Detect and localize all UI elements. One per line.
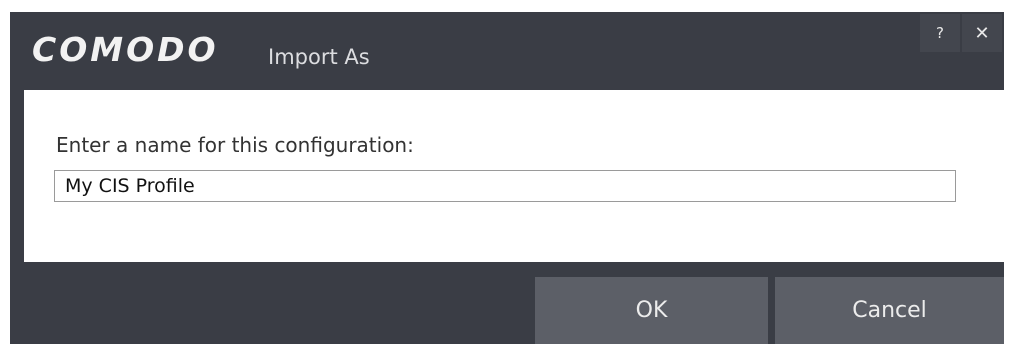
config-name-label: Enter a name for this configuration: xyxy=(56,133,414,157)
close-icon: ✕ xyxy=(974,22,990,44)
cancel-button[interactable]: Cancel xyxy=(775,277,1004,344)
import-as-dialog: COMODO Import As ? ✕ Enter a name for th… xyxy=(10,12,1004,344)
help-button[interactable]: ? xyxy=(920,14,960,52)
title-bar: COMODO Import As ? ✕ xyxy=(10,12,1004,90)
ok-button[interactable]: OK xyxy=(535,277,768,344)
comodo-logo: COMODO xyxy=(32,30,219,69)
dialog-content: Enter a name for this configuration: xyxy=(24,90,1004,262)
config-name-input[interactable] xyxy=(54,170,956,202)
question-icon: ? xyxy=(936,24,944,42)
dialog-title: Import As xyxy=(268,45,370,69)
close-button[interactable]: ✕ xyxy=(962,14,1002,52)
